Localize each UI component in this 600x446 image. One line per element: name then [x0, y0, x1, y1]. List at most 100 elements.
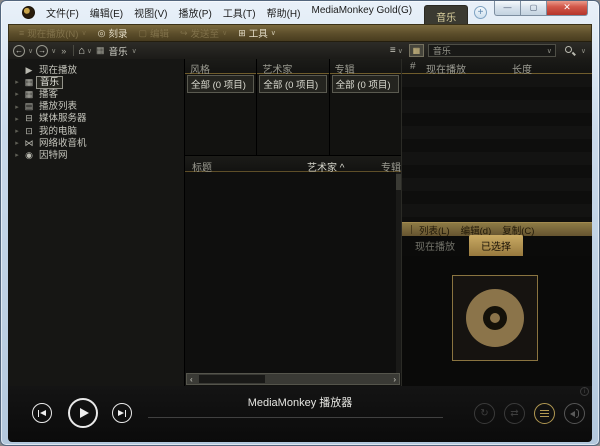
view-mode-icon[interactable]: ≡ — [390, 45, 396, 56]
search-wrap: ∨ — [428, 44, 556, 57]
search-input[interactable] — [428, 44, 556, 57]
expand-arrow-icon[interactable]: ▸ — [12, 127, 22, 135]
filter-artist-all[interactable]: 全部 (0 项目) — [259, 75, 326, 93]
forward-button[interactable]: → — [36, 45, 48, 57]
tab-selected[interactable]: 已选择 — [469, 235, 523, 256]
sidebar-item-net-radio[interactable]: ▸ ⋈ 网络收音机 — [8, 137, 184, 149]
back-history-chevron-icon[interactable]: ∨ — [28, 47, 33, 55]
chevron-down-icon: ∨ — [81, 29, 86, 37]
expand-arrow-icon[interactable]: ▸ — [12, 78, 22, 86]
tracklist-hscrollbar[interactable]: ‹ › — [186, 373, 400, 385]
playlist-queue-button[interactable] — [534, 403, 555, 424]
media-server-icon: ⊟ — [22, 113, 36, 124]
now-playing-list[interactable] — [402, 74, 592, 222]
volume-button[interactable] — [564, 403, 585, 424]
expand-arrow-icon[interactable]: ▸ — [12, 151, 22, 159]
home-icon[interactable]: ⌂ — [78, 45, 85, 57]
player-bar: i MediaMonkey 播放器 ↻ ⇄ — [8, 386, 592, 442]
add-tab-button[interactable]: + — [474, 6, 487, 19]
menu-view[interactable]: 视图(V) — [132, 4, 169, 21]
tools-icon: ⊞ — [238, 28, 246, 39]
sidebar-item-internet[interactable]: ▸ ◉ 因特网 — [8, 149, 184, 161]
panel-layout-button[interactable]: ▦ — [409, 44, 424, 57]
chevron-down-icon: ∨ — [271, 29, 276, 37]
hscroll-right-arrow-icon[interactable]: › — [393, 375, 396, 384]
overflow-chevrons-icon[interactable]: » — [61, 46, 66, 56]
filter-album-header[interactable]: 专辑 — [330, 59, 401, 74]
main-menubar: 文件(F) 编辑(E) 视图(V) 播放(P) 工具(T) 帮助(H) Medi… — [44, 4, 414, 21]
app-logo-icon — [22, 6, 35, 19]
home-chevron-icon[interactable]: ∨ — [87, 47, 92, 55]
sidebar-item-label: 媒体服务器 — [36, 113, 90, 124]
search-scope-chevron-icon[interactable]: ∨ — [547, 47, 552, 55]
hscroll-left-arrow-icon[interactable]: ‹ — [190, 375, 193, 384]
expand-arrow-icon[interactable]: ▸ — [12, 139, 22, 147]
send-to-icon: ↪ — [180, 28, 188, 39]
center-panel: 风格 全部 (0 项目) 艺术家 全部 (0 项目) 专辑 全部 (0 项目) … — [185, 59, 402, 386]
column-now-playing[interactable]: 现在播放 — [424, 59, 510, 73]
sidebar-item-label: 我的电脑 — [36, 126, 80, 137]
menu-mediamonkey-gold[interactable]: MediaMonkey Gold(G) — [309, 4, 414, 21]
shuffle-button[interactable]: ⇄ — [504, 403, 525, 424]
sidebar-item-label: 播放列表 — [36, 101, 80, 112]
menu-file[interactable]: 文件(F) — [44, 4, 81, 21]
expand-arrow-icon[interactable]: ▸ — [12, 90, 22, 98]
filter-album-all[interactable]: 全部 (0 项目) — [332, 75, 399, 93]
maximize-button[interactable]: ▢ — [521, 0, 547, 16]
forward-history-chevron-icon[interactable]: ∨ — [51, 47, 56, 55]
column-length[interactable]: 长度 — [510, 59, 592, 73]
sidebar-item-playlists[interactable]: ▸ ▤ 播放列表 — [8, 101, 184, 113]
sidebar-item-now-playing[interactable]: ▶ 现在播放 — [8, 64, 184, 76]
album-art-frame[interactable] — [452, 275, 538, 361]
tracklist-vscrollbar[interactable] — [396, 172, 401, 373]
next-bar-shape — [125, 410, 127, 417]
back-button[interactable]: ← — [13, 45, 25, 57]
filter-genre-header[interactable]: 风格 — [185, 59, 256, 74]
sidebar-item-my-computer[interactable]: ▸ ⊡ 我的电脑 — [8, 125, 184, 137]
toolbar-tools[interactable]: ⊞ 工具 ∨ — [234, 26, 280, 40]
sidebar-item-music[interactable]: ▸ ▦ 音乐 — [8, 76, 184, 88]
toolbar-now-playing[interactable]: ≡ 现在播放(N) ∨ — [15, 26, 91, 40]
menu-tools[interactable]: 工具(T) — [221, 4, 258, 21]
hscroll-thumb[interactable] — [199, 375, 265, 383]
internet-icon: ◉ — [22, 150, 36, 161]
search-icon[interactable] — [564, 45, 576, 57]
tracklist-vscroll-thumb[interactable] — [396, 174, 401, 190]
playlist-icon: ▤ — [22, 101, 36, 112]
seek-bar[interactable] — [148, 417, 443, 418]
view-mode-chevron-icon[interactable]: ∨ — [398, 47, 403, 55]
expand-arrow-icon[interactable]: ▸ — [12, 103, 22, 111]
toolbar-send-to[interactable]: ↪ 发送至 ∨ — [176, 26, 231, 40]
toolbar-burn-label: 刻录 — [108, 26, 127, 40]
menu-play[interactable]: 播放(P) — [176, 4, 213, 21]
repeat-button[interactable]: ↻ — [474, 403, 495, 424]
sidebar-item-label: 因特网 — [36, 150, 71, 161]
tab-music-view[interactable]: 音乐 — [424, 5, 468, 24]
toolbar-edit[interactable]: ▢ 编辑 — [134, 26, 173, 40]
filter-genre-all[interactable]: 全部 (0 项目) — [187, 75, 254, 93]
close-button[interactable]: ✕ — [547, 0, 588, 16]
tab-now-playing[interactable]: 现在播放 — [407, 235, 463, 256]
filter-artist-header[interactable]: 艺术家 — [257, 59, 328, 74]
minimize-button[interactable]: — — [494, 0, 521, 16]
next-triangle-shape — [118, 410, 124, 416]
breadcrumb-music[interactable]: 音乐 — [109, 44, 128, 58]
collection-icon: ▦ — [96, 45, 105, 56]
sidebar-item-label: 音乐 — [36, 76, 63, 89]
breadcrumb-chevron-icon[interactable]: ∨ — [132, 47, 137, 55]
search-options-chevron-icon[interactable]: ∨ — [581, 47, 586, 55]
navbar-right-group: ≡ ∨ ▦ ∨ ∨ — [390, 44, 588, 57]
column-number[interactable]: # — [402, 59, 424, 73]
title-bar: 文件(F) 编辑(E) 视图(V) 播放(P) 工具(T) 帮助(H) Medi… — [8, 1, 592, 24]
now-playing-icon: ▶ — [22, 65, 36, 76]
sidebar-item-podcasts[interactable]: ▸ ▦ 播客 — [8, 88, 184, 100]
menu-help[interactable]: 帮助(H) — [265, 4, 303, 21]
expand-arrow-icon[interactable]: ▸ — [12, 115, 22, 123]
tracklist-body[interactable] — [185, 172, 401, 373]
menu-edit[interactable]: 编辑(E) — [88, 4, 125, 21]
toolbar-edit-label: 编辑 — [150, 26, 169, 40]
sidebar-item-label: 网络收音机 — [36, 138, 90, 149]
toolbar-burn[interactable]: ◎ 刻录 — [94, 26, 132, 40]
sidebar-item-media-server[interactable]: ▸ ⊟ 媒体服务器 — [8, 113, 184, 125]
cd-disc-icon — [466, 289, 524, 347]
